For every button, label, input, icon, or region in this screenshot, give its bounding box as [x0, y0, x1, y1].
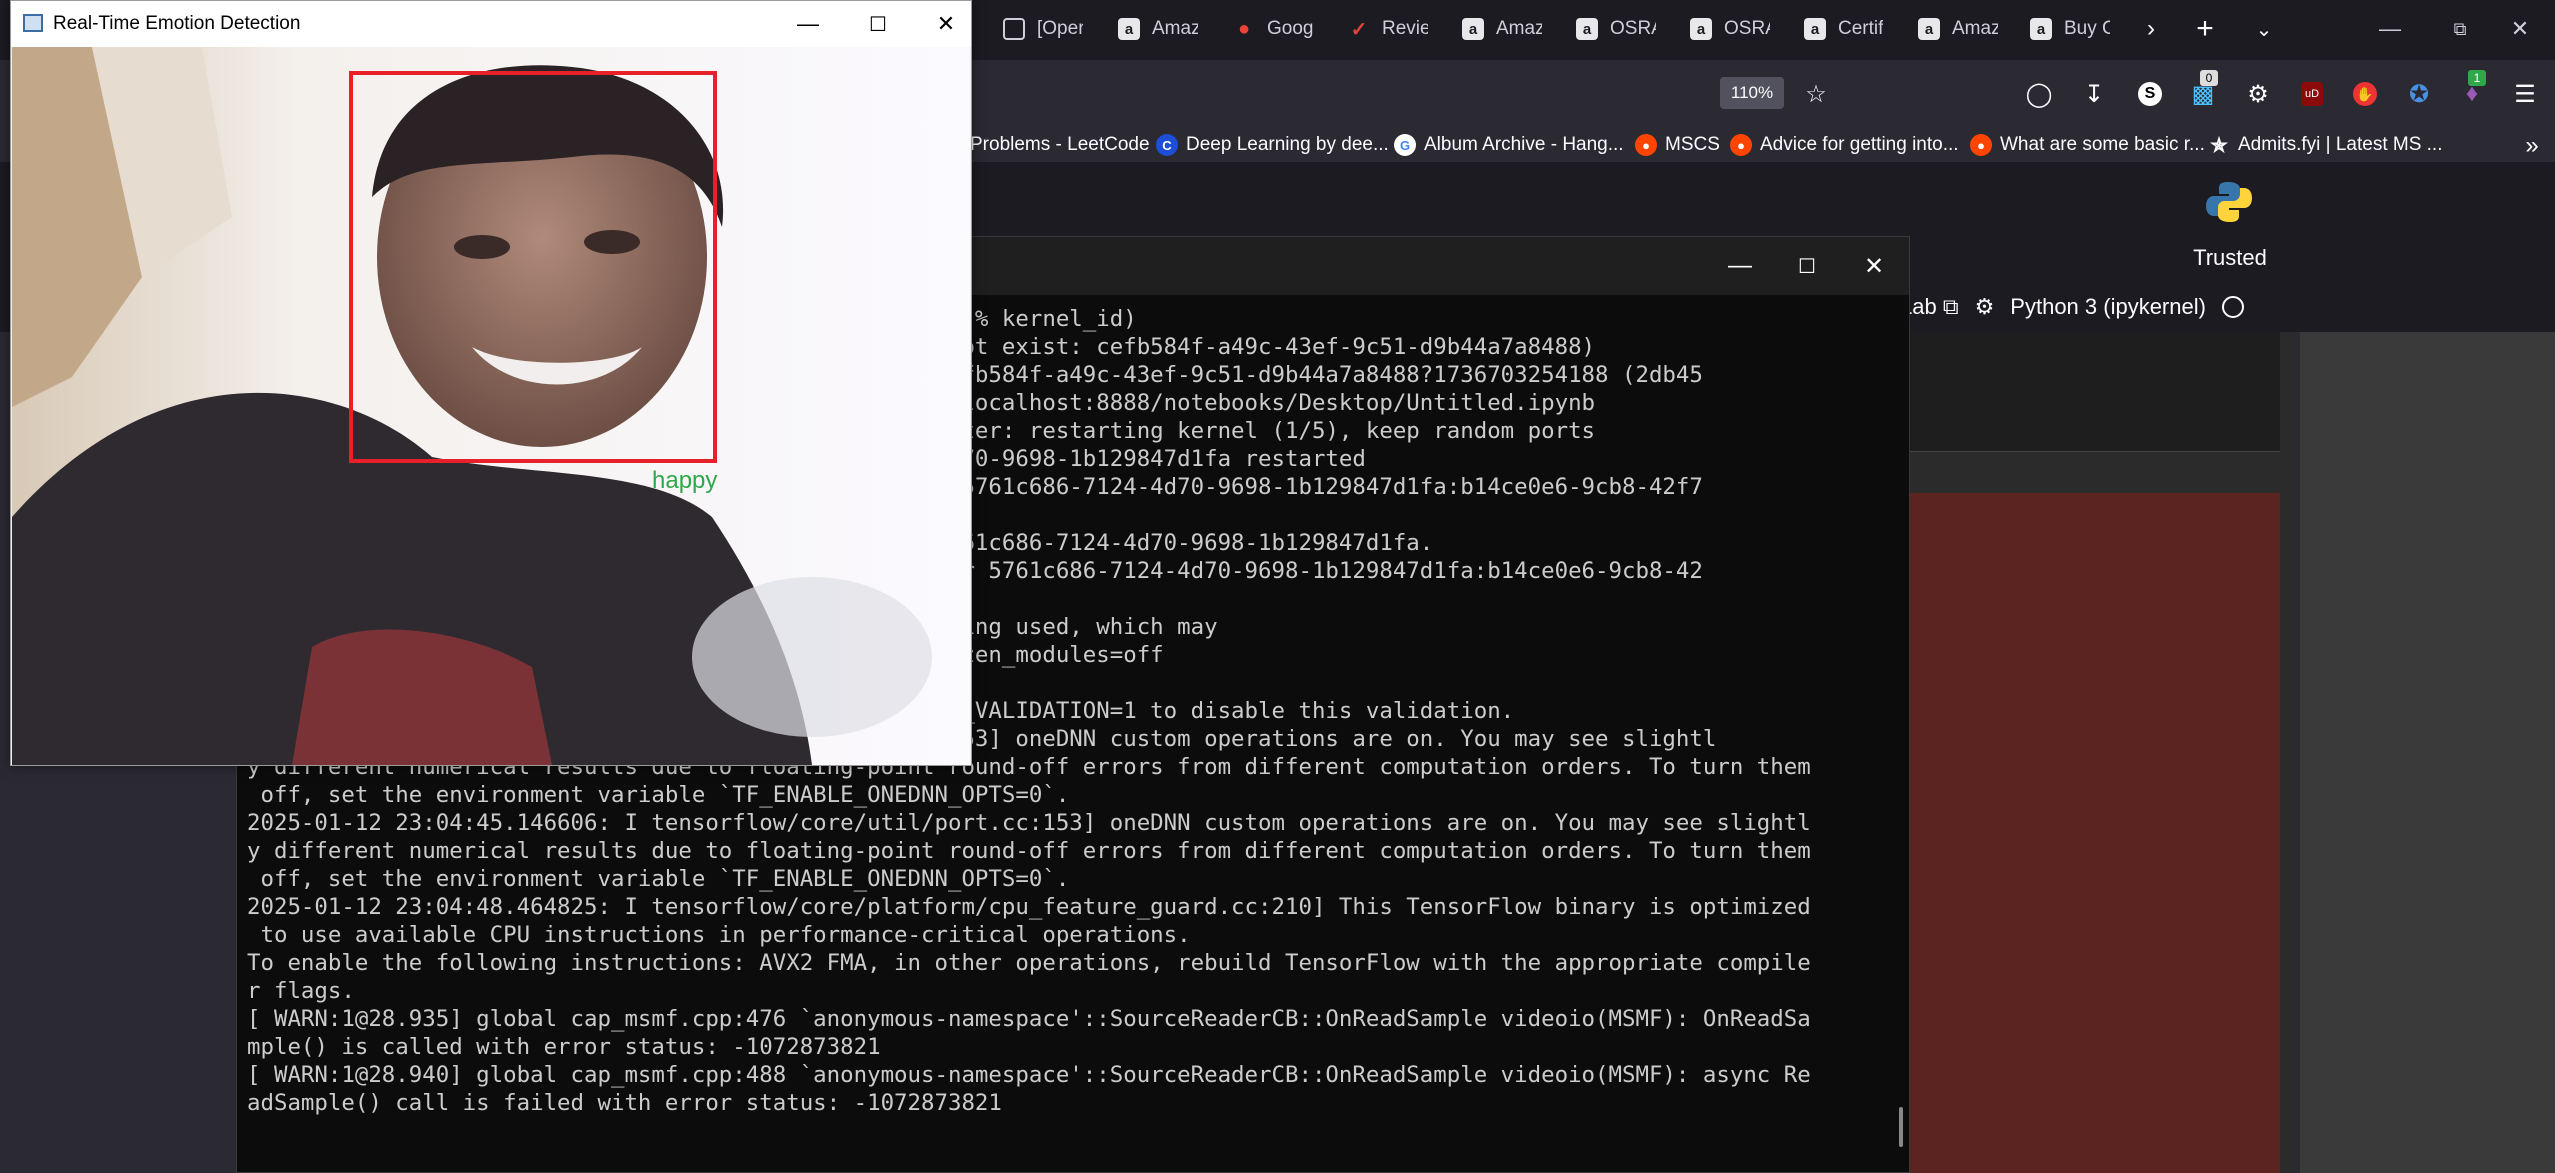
amazon-icon: a: [1918, 18, 1940, 40]
adblock-icon[interactable]: ✋: [2345, 74, 2385, 114]
reddit-icon: ●: [1730, 134, 1752, 156]
notebook-right-margin: [2300, 332, 2555, 1173]
extension-gamepad-icon[interactable]: ✪: [2399, 74, 2439, 114]
emotion-window-close-icon[interactable]: ✕: [911, 1, 981, 47]
terminal-line: off, set the environment variable `TF_EN…: [247, 782, 1070, 808]
amazon-icon: a: [1576, 18, 1598, 40]
bookmark-mscs[interactable]: ● MSCS: [1635, 132, 1720, 158]
bookmark-star-icon[interactable]: ☆: [1796, 74, 1836, 114]
tab-open[interactable]: [Oper: [1003, 8, 1083, 50]
bookmark-deep-learning[interactable]: C Deep Learning by dee...: [1156, 132, 1389, 158]
reddit-icon: ●: [1970, 134, 1992, 156]
tab-certificate[interactable]: a Certif: [1804, 8, 1883, 50]
review-icon: ✓: [1350, 18, 1368, 41]
notebook-cell[interactable]: [1910, 332, 2280, 452]
bookmarks-overflow-icon[interactable]: »: [2512, 126, 2552, 166]
tab-amazon-2[interactable]: a Amaz: [1462, 8, 1542, 50]
terminal-line: to use available CPU instructions in per…: [247, 922, 1191, 948]
ublock-icon[interactable]: uD: [2292, 74, 2332, 114]
page-icon: [1003, 18, 1025, 40]
extension-s-icon[interactable]: S: [2130, 74, 2170, 114]
emotion-window-minimize-icon[interactable]: —: [773, 1, 843, 47]
tab-buy[interactable]: a Buy C: [2030, 8, 2110, 50]
terminal-line: off, set the environment variable `TF_EN…: [247, 866, 1070, 892]
tab-amazon-3[interactable]: a Amaz: [1918, 8, 1998, 50]
window-app-icon: [23, 14, 43, 32]
terminal-line: adSample() call is failed with error sta…: [247, 1090, 1002, 1116]
face-bounding-box: [349, 71, 717, 463]
zoom-level-badge[interactable]: 110%: [1720, 77, 1784, 109]
terminal-line: [ WARN:1@28.940] global cap_msmf.cpp:488…: [247, 1062, 1811, 1088]
downloads-icon[interactable]: ↧: [2074, 74, 2114, 114]
google-icon: G: [1394, 134, 1416, 156]
kernel-idle-indicator-icon: [2221, 296, 2244, 318]
terminal-line: [ WARN:1@28.935] global cap_msmf.cpp:476…: [247, 1006, 1811, 1032]
notebook-output-area: [1910, 493, 2280, 1173]
emotion-detection-window[interactable]: Real-Time Emotion Detection — ☐ ✕ happy: [10, 0, 972, 766]
menu-hamburger-icon[interactable]: ☰: [2505, 74, 2545, 114]
amazon-icon: a: [1462, 18, 1484, 40]
emotion-label: happy: [652, 467, 718, 494]
external-link-icon: ⧉: [1942, 294, 1959, 319]
extension-badge: 0: [2200, 70, 2218, 86]
amazon-icon: a: [1118, 18, 1140, 40]
coursera-icon: C: [1156, 134, 1178, 156]
extension-badge-2: 1: [2468, 70, 2486, 86]
amazon-icon: a: [2030, 18, 2052, 40]
bookmark-leetcode[interactable]: Problems - LeetCode: [970, 132, 1150, 158]
amazon-icon: a: [1804, 18, 1826, 40]
extensions-puzzle-icon[interactable]: ⚙: [2238, 74, 2278, 114]
tab-amazon[interactable]: a Amaz: [1118, 8, 1198, 50]
debugger-bug-icon[interactable]: ⚙: [1975, 294, 1995, 320]
terminal-maximize-icon[interactable]: ☐: [1772, 237, 1842, 295]
bookmark-admits[interactable]: ✯ Admits.fyi | Latest MS ...: [2208, 132, 2443, 158]
tab-list-chevron-down-icon[interactable]: ⌄: [2243, 8, 2285, 50]
trusted-indicator[interactable]: Trusted: [2190, 245, 2270, 271]
terminal-close-icon[interactable]: ✕: [1839, 237, 1909, 295]
new-tab-icon[interactable]: +: [2184, 8, 2226, 50]
maps-pin-icon: ●: [1237, 17, 1251, 40]
terminal-line: mple() is called with error status: -107…: [247, 1034, 881, 1060]
terminal-line: y different numerical results due to flo…: [247, 838, 1811, 864]
bookmark-basic[interactable]: ● What are some basic r...: [1970, 132, 2205, 158]
emotion-window-titlebar[interactable]: Real-Time Emotion Detection — ☐ ✕: [11, 1, 971, 47]
tab-review[interactable]: ✓ Revie: [1348, 8, 1428, 50]
webcam-feed: happy: [12, 47, 970, 765]
terminal-scrollbar[interactable]: [1899, 1107, 1903, 1147]
emotion-window-maximize-icon[interactable]: ☐: [843, 1, 913, 47]
emotion-window-title: Real-Time Emotion Detection: [53, 13, 301, 34]
kernel-name[interactable]: Python 3 (ipykernel): [2010, 294, 2206, 320]
bookmark-advice[interactable]: ● Advice for getting into...: [1730, 132, 1959, 158]
tab-osra[interactable]: aOSRA: [1576, 8, 1656, 50]
python-logo-icon: [2206, 182, 2252, 222]
tab-scroll-right-icon[interactable]: ›: [2130, 8, 2172, 50]
terminal-line: 2025-01-12 23:04:48.464825: I tensorflow…: [247, 894, 1811, 920]
terminal-line: r flags.: [247, 978, 355, 1004]
reddit-icon: ●: [1635, 134, 1657, 156]
tab-osra-2[interactable]: aOSRA: [1690, 8, 1770, 50]
kernel-status-bar: Lab ⧉ ⚙ Python 3 (ipykernel): [1900, 290, 2244, 324]
terminal-line: 2025-01-12 23:04:45.146606: I tensorflow…: [247, 810, 1811, 836]
admits-icon: ✯: [2210, 134, 2228, 157]
pocket-icon[interactable]: ◯: [2019, 74, 2059, 114]
bookmark-album-archive[interactable]: G Album Archive - Hang...: [1394, 132, 1624, 158]
terminal-line: To enable the following instructions: AV…: [247, 950, 1811, 976]
browser-minimize-icon[interactable]: —: [2355, 0, 2425, 58]
browser-close-icon[interactable]: ✕: [2485, 0, 2555, 58]
terminal-minimize-icon[interactable]: —: [1705, 237, 1775, 295]
amazon-icon: a: [1690, 18, 1712, 40]
tab-google[interactable]: ● Goog: [1233, 8, 1313, 50]
